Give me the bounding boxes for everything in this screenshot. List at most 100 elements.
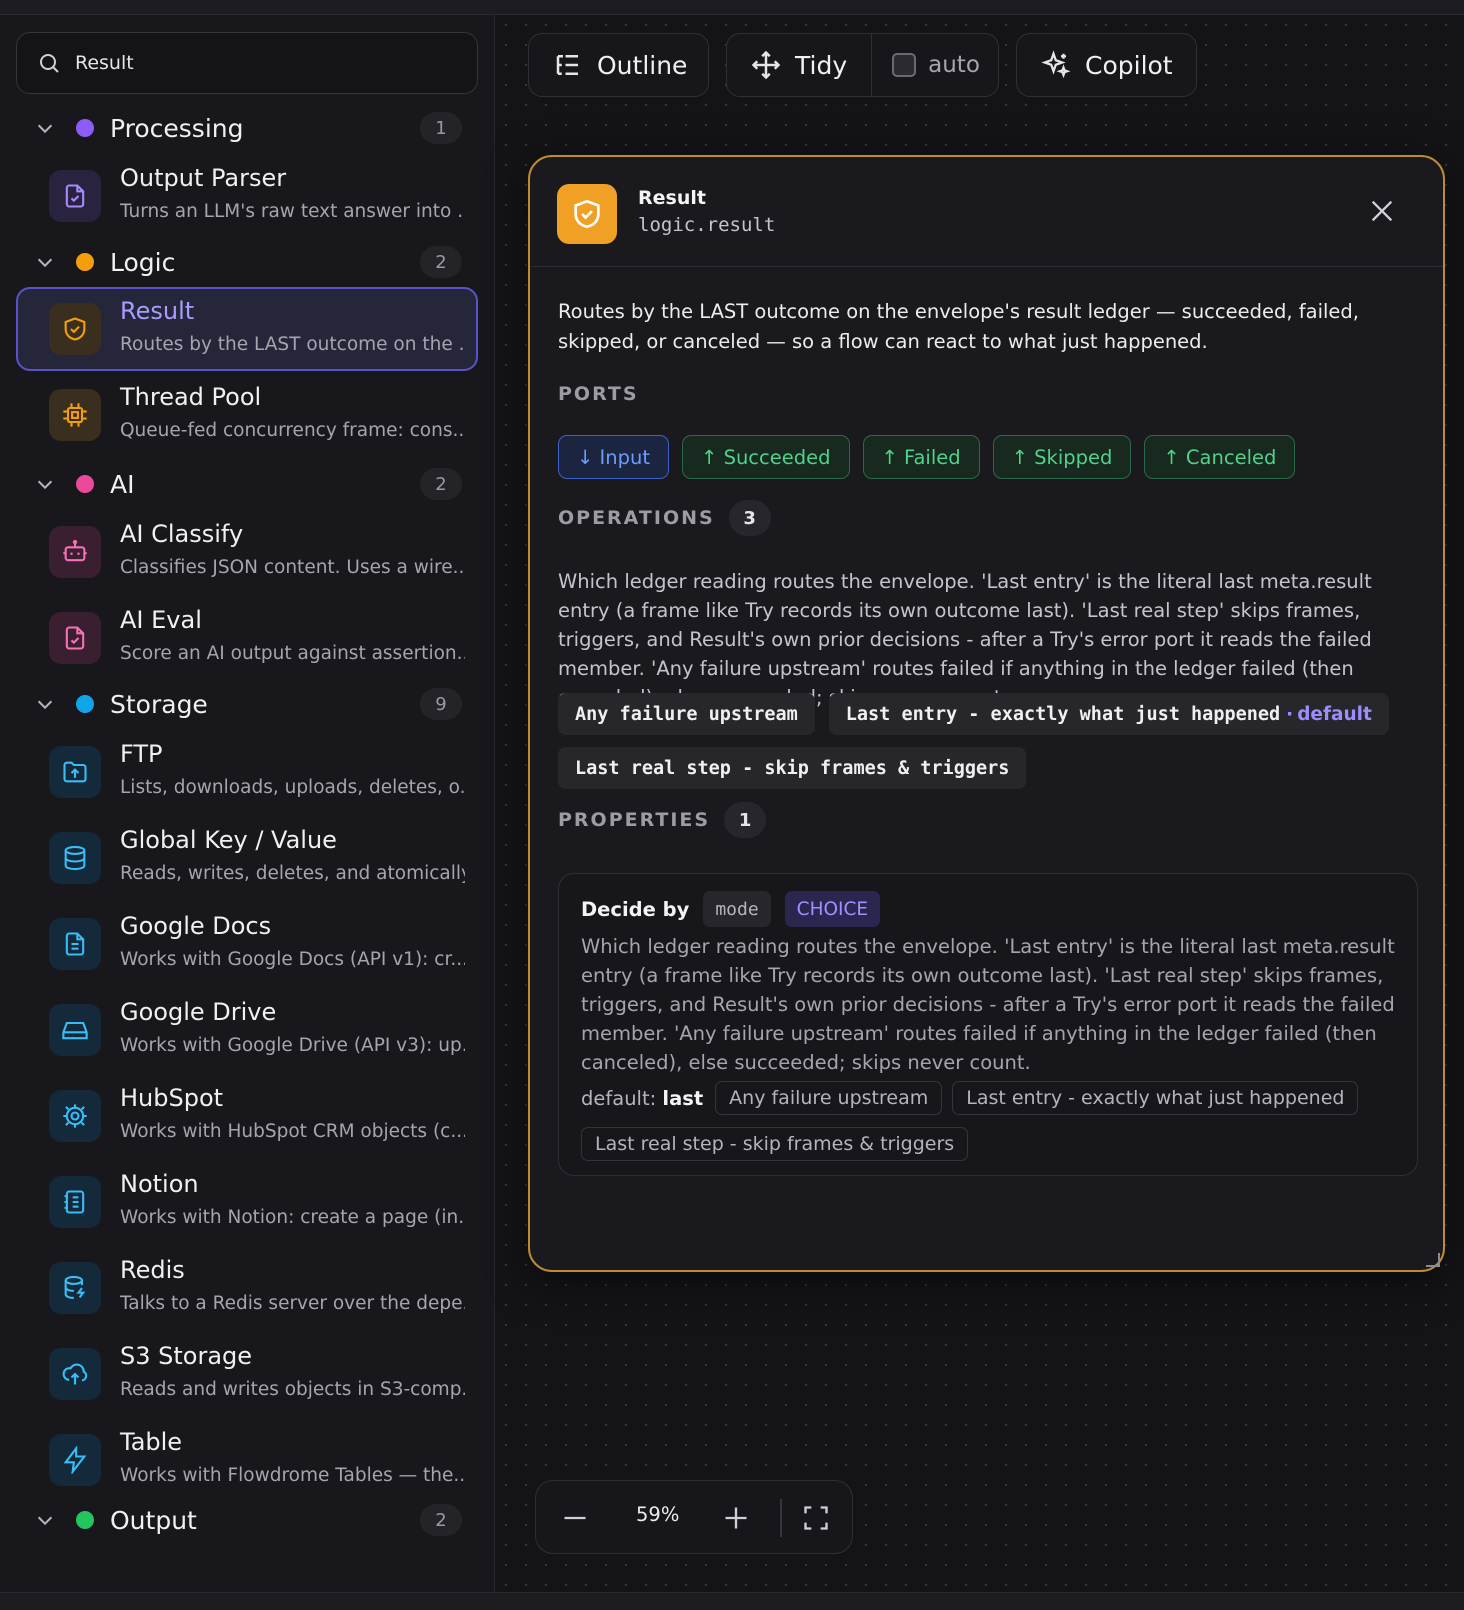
group-processing[interactable]: Processing 1 (0, 103, 494, 153)
group-storage[interactable]: Storage 9 (0, 679, 494, 729)
port-succeeded[interactable]: ↑ Succeeded (682, 435, 850, 479)
auto-label: auto (928, 52, 980, 78)
node-desc: Works with Google Drive (API v3): up... (120, 1035, 465, 1056)
node-desc: Reads, writes, deletes, and atomically..… (120, 863, 465, 884)
operation-last-real-step[interactable]: Last real step - skip frames & triggers (558, 747, 1027, 789)
tidy-label: Tidy (795, 50, 848, 80)
search-value: Result (75, 52, 134, 74)
section-label: PROPERTIES (558, 809, 711, 831)
node-item-redis[interactable]: Redis Talks to a Redis server over the d… (16, 1246, 478, 1330)
zoom-out-icon[interactable] (561, 1504, 589, 1532)
database-icon (49, 832, 101, 884)
close-icon[interactable] (1368, 197, 1396, 225)
separator: · (1286, 703, 1294, 725)
group-color-dot (76, 1511, 94, 1529)
option-last-entry[interactable]: Last entry - exactly what just happened (952, 1081, 1359, 1115)
node-desc: Lists, downloads, uploads, deletes, o... (120, 777, 465, 798)
property-default: default: last (581, 1087, 703, 1110)
node-title: AI Classify (120, 520, 244, 548)
operation-label: Last real step - skip frames & triggers (575, 757, 1010, 779)
node-title: Output Parser (120, 164, 287, 192)
node-item-google-drive[interactable]: Google Drive Works with Google Drive (AP… (16, 988, 478, 1072)
operation-any-failure[interactable]: Any failure upstream (558, 693, 815, 735)
group-name: Processing (110, 113, 244, 143)
node-title: Google Drive (120, 998, 277, 1026)
option-any-failure[interactable]: Any failure upstream (715, 1081, 943, 1115)
auto-toggle[interactable]: auto (872, 52, 980, 78)
operation-last-entry[interactable]: Last entry - exactly what just happened ·… (828, 693, 1389, 735)
properties-count: 1 (724, 802, 767, 838)
node-item-ai-eval[interactable]: AI Eval Score an AI output against asser… (16, 596, 478, 680)
outline-button[interactable]: Outline (528, 33, 709, 97)
node-desc: Score an AI output against assertion... (120, 643, 465, 664)
node-title: AI Eval (120, 606, 202, 634)
chevron-down-icon (37, 480, 53, 490)
auto-checkbox[interactable] (892, 53, 917, 77)
group-logic[interactable]: Logic 2 (0, 237, 494, 287)
node-desc: Turns an LLM's raw text answer into ... (120, 201, 465, 222)
option-last-real-step[interactable]: Last real step - skip frames & triggers (581, 1127, 969, 1161)
group-count: 2 (420, 246, 462, 278)
port-canceled[interactable]: ↑ Canceled (1144, 435, 1296, 479)
group-name: Output (110, 1505, 197, 1535)
node-item-output-parser[interactable]: Output Parser Turns an LLM's raw text an… (16, 154, 478, 238)
move-icon (751, 50, 781, 80)
port-skipped[interactable]: ↑ Skipped (992, 435, 1132, 479)
search-input[interactable]: Result (16, 32, 478, 94)
section-label: OPERATIONS (558, 507, 715, 529)
node-desc: Routes by the LAST outcome on the ... (120, 334, 465, 355)
node-item-thread-pool[interactable]: Thread Pool Queue-fed concurrency frame:… (16, 373, 478, 457)
tidy-button[interactable]: Tidy (751, 34, 873, 96)
file-text-icon (49, 918, 101, 970)
group-count: 2 (420, 1504, 462, 1536)
outline-icon (556, 55, 578, 75)
copilot-button[interactable]: Copilot (1016, 33, 1197, 97)
node-title: Notion (120, 1170, 199, 1198)
node-title: S3 Storage (120, 1342, 253, 1370)
node-item-ai-classify[interactable]: AI Classify Classifies JSON content. Use… (16, 510, 478, 594)
tidy-group: Tidy auto (726, 33, 999, 97)
port-input[interactable]: ↓ Input (558, 435, 670, 479)
fullscreen-icon[interactable] (802, 1504, 830, 1532)
node-desc: Works with Flowdrome Tables — the... (120, 1465, 465, 1486)
shield-check-icon (49, 303, 101, 355)
properties-heading: PROPERTIES 1 (558, 802, 767, 838)
top-bar (0, 0, 1464, 15)
node-desc: Classifies JSON content. Uses a wire... (120, 557, 465, 578)
node-item-google-docs[interactable]: Google Docs Works with Google Docs (API … (16, 902, 478, 986)
group-ai[interactable]: AI 2 (0, 459, 494, 509)
node-item-result[interactable]: Result Routes by the LAST outcome on the… (16, 287, 478, 371)
node-item-table[interactable]: Table Works with Flowdrome Tables — the.… (16, 1418, 478, 1502)
operations-count: 3 (728, 500, 771, 536)
bottom-bar (0, 1592, 1464, 1610)
operation-label: Any failure upstream (575, 703, 798, 725)
node-item-global-kv[interactable]: Global Key / Value Reads, writes, delete… (16, 816, 478, 900)
chevron-down-icon (37, 700, 53, 710)
ports-list: ↓ Input ↑ Succeeded ↑ Failed ↑ Skipped ↑… (558, 435, 1296, 479)
group-color-dot (76, 119, 94, 137)
group-name: Storage (110, 689, 208, 719)
group-count: 2 (420, 468, 462, 500)
node-title: Thread Pool (120, 383, 262, 411)
node-item-hubspot[interactable]: HubSpot Works with HubSpot CRM objects (… (16, 1074, 478, 1158)
operations-description: Which ledger reading routes the envelope… (558, 570, 1372, 709)
node-desc: Works with Notion: create a page (in... (120, 1207, 465, 1228)
node-item-notion[interactable]: Notion Works with Notion: create a page … (16, 1160, 478, 1244)
default-label: default: (581, 1086, 657, 1110)
default-badge: default (1297, 703, 1372, 725)
file-check-icon (49, 170, 101, 222)
panel-header: Result logic.result (530, 157, 1443, 267)
node-item-s3[interactable]: S3 Storage Reads and writes objects in S… (16, 1332, 478, 1416)
group-name: AI (110, 469, 135, 499)
group-count: 1 (420, 112, 462, 144)
property-header: Decide by mode CHOICE (581, 891, 881, 927)
node-title: Table (120, 1428, 183, 1456)
port-failed[interactable]: ↑ Failed (862, 435, 980, 479)
node-title: Global Key / Value (120, 826, 337, 854)
node-item-ftp[interactable]: FTP Lists, downloads, uploads, deletes, … (16, 730, 478, 814)
group-output[interactable]: Output 2 (0, 1495, 494, 1545)
hard-drive-icon (49, 1004, 101, 1056)
resize-handle[interactable] (1426, 1253, 1440, 1267)
zoom-in-icon[interactable] (722, 1504, 750, 1532)
chevron-down-icon (37, 1516, 53, 1526)
